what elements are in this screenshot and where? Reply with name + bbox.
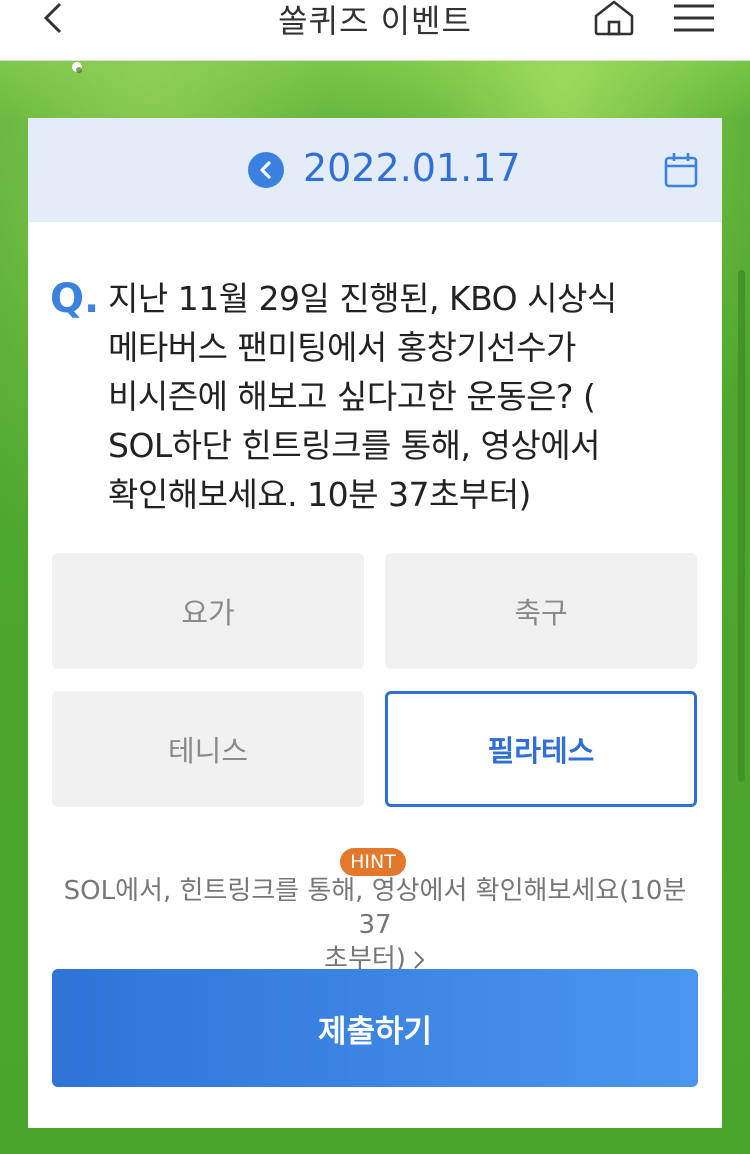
question-text: 지난 11월 29일 진행된, KBO 시상식 메타버스 팬미팅에서 홍창기선수… bbox=[108, 274, 708, 519]
hint-line: SOL에서, 힌트링크를 통해, 영상에서 확인해보세요(10분 37 bbox=[63, 876, 687, 940]
golf-ball-icon bbox=[72, 62, 82, 73]
option-tennis[interactable]: 테니스 bbox=[52, 691, 364, 807]
option-soccer[interactable]: 축구 bbox=[385, 553, 697, 669]
calendar-icon[interactable] bbox=[664, 152, 698, 188]
hint-link[interactable]: SOL에서, 힌트링크를 통해, 영상에서 확인해보세요(10분 37 초부터) bbox=[48, 874, 702, 976]
question-prefix: Q. bbox=[50, 276, 100, 322]
question-line: 확인해보세요. 10분 37초부터) bbox=[108, 475, 531, 514]
prev-date-button[interactable] bbox=[248, 152, 284, 188]
scrollbar[interactable] bbox=[738, 270, 745, 782]
home-icon[interactable] bbox=[592, 0, 636, 36]
hint-badge: HINT bbox=[340, 848, 406, 876]
top-nav-bar: 쏠퀴즈 이벤트 bbox=[0, 0, 750, 61]
date-bar: 2022.01.17 bbox=[28, 118, 722, 222]
circle-chevron-left-icon bbox=[260, 161, 271, 179]
submit-button[interactable]: 제출하기 bbox=[52, 969, 698, 1087]
chevron-right-icon bbox=[414, 950, 425, 969]
question-line: 비시즌에 해보고 싶다고한 운동은? ( bbox=[108, 377, 596, 416]
question-line: SOL하단 힌트링크를 통해, 영상에서 bbox=[108, 426, 600, 465]
hamburger-menu-icon[interactable] bbox=[672, 2, 716, 34]
page-title: 쏠퀴즈 이벤트 bbox=[278, 2, 472, 40]
quiz-card: 2022.01.17 Q. 지난 11월 29일 진행된, KBO 시상식 메타… bbox=[28, 118, 722, 1128]
question-line: 지난 11월 29일 진행된, KBO 시상식 bbox=[108, 279, 617, 318]
question-line: 메타버스 팬미팅에서 홍창기선수가 bbox=[108, 328, 576, 367]
quiz-date: 2022.01.17 bbox=[303, 146, 521, 190]
option-yoga[interactable]: 요가 bbox=[52, 553, 364, 669]
option-pilates[interactable]: 필라테스 bbox=[385, 691, 697, 807]
